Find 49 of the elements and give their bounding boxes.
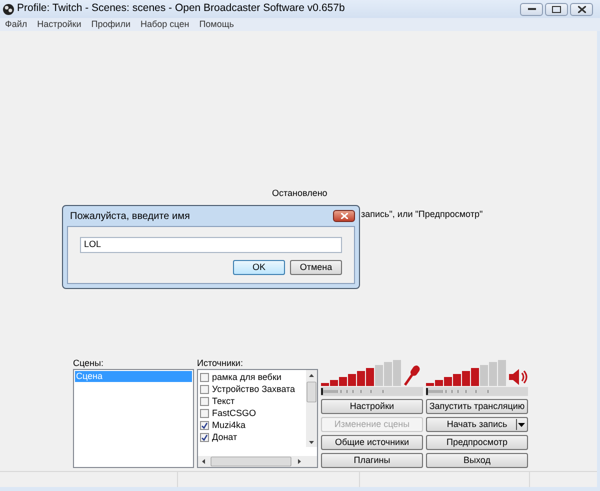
action-button[interactable]: Плагины [321, 453, 423, 468]
close-button[interactable] [333, 210, 355, 222]
status-text: Остановлено [272, 187, 328, 200]
maximize-icon [552, 6, 561, 12]
action-button[interactable]: Начать запись [426, 417, 528, 432]
source-label[interactable]: FastCSGO [212, 408, 256, 418]
action-button[interactable]: Предпросмотр [426, 435, 528, 450]
vertical-scrollbar[interactable] [306, 370, 317, 447]
volume-slider[interactable] [426, 387, 528, 396]
dialog-button[interactable]: OK [233, 260, 285, 275]
window-title: Profile: Twitch - Scenes: scenes - Open Broadcaster Software v0.657b [17, 1, 345, 16]
source-label[interactable]: Устройство Захвата [212, 384, 296, 394]
dialog-button[interactable]: Отмена [290, 260, 342, 275]
dropdown-arrow-icon[interactable] [516, 419, 526, 430]
menu-item[interactable]: Набор сцен [140, 20, 190, 29]
action-button[interactable]: Выход [426, 453, 528, 468]
source-label[interactable]: Muzi4ka [212, 420, 246, 430]
menu-item[interactable]: Файл [5, 20, 28, 29]
minimize-button[interactable] [520, 2, 543, 16]
source-checkbox[interactable] [200, 432, 209, 442]
scenes-label: Сцены: [73, 359, 104, 369]
action-button[interactable]: Запустить трансляцию [426, 399, 528, 414]
close-icon [340, 213, 348, 219]
close-button[interactable] [570, 2, 593, 16]
action-button[interactable]: Общие источники [321, 435, 423, 450]
close-icon [578, 6, 586, 12]
horizontal-scrollbar[interactable] [198, 456, 317, 467]
source-checkbox[interactable] [200, 420, 209, 430]
name-input-field[interactable]: LOL [80, 237, 342, 253]
menu-item[interactable]: Помощь [199, 20, 234, 29]
microphone-icon[interactable] [403, 364, 421, 386]
source-checkbox[interactable] [200, 384, 209, 394]
hint-text: запись", или "Предпросмотр" [361, 208, 483, 221]
dialog-title: Пожалуйста, введите имя [70, 210, 190, 224]
source-checkbox[interactable] [200, 372, 209, 382]
source-checkbox[interactable] [200, 408, 209, 418]
volume-slider[interactable] [321, 387, 423, 396]
source-label[interactable]: Донат [212, 432, 238, 442]
app-logo-icon [3, 4, 14, 14]
speaker-icon[interactable] [508, 368, 528, 386]
minimize-icon [528, 7, 536, 11]
source-label[interactable]: рамка для вебки [212, 372, 282, 382]
source-checkbox[interactable] [200, 396, 209, 406]
menu-item[interactable]: Профили [91, 20, 130, 29]
maximize-button[interactable] [545, 2, 568, 16]
source-label[interactable]: Текст [212, 396, 235, 406]
sources-label: Источники: [197, 359, 244, 369]
menu-item[interactable]: Настройки [37, 20, 82, 29]
action-button[interactable]: Настройки [321, 399, 423, 414]
